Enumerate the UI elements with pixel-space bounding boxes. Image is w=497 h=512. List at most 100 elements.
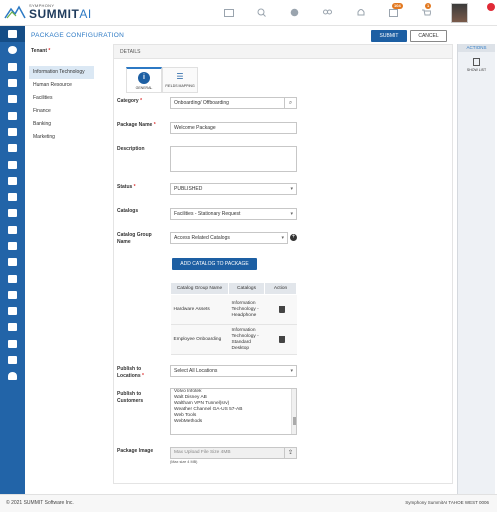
nav-tag-icon[interactable] (0, 75, 25, 91)
add-icon[interactable]: + (290, 234, 297, 241)
nav-user-icon[interactable] (0, 368, 25, 384)
globe-icon[interactable] (288, 6, 301, 19)
nav-page-icon[interactable] (0, 254, 25, 270)
scrollbar-thumb[interactable] (293, 417, 296, 425)
category-field[interactable]: Onboarding/ Offboarding ⌕ (170, 97, 297, 109)
action-cell (264, 324, 297, 355)
package-name-label: Package Name * (117, 122, 156, 128)
status-value: PUBLISHED (174, 186, 203, 192)
users-icon[interactable] (321, 6, 334, 19)
mountain-logo-icon (4, 5, 26, 19)
table-cell: Information Technology - Standard Deskto… (228, 324, 265, 355)
catalog-table: Catalog Group Name Catalogs Action Hardw… (170, 282, 297, 355)
description-textarea[interactable] (170, 146, 297, 172)
tenant-item[interactable]: Facilities (29, 92, 94, 105)
info-icon: i (138, 72, 150, 84)
tenant-item[interactable]: Banking (29, 118, 94, 131)
submit-button[interactable]: SUBMIT (371, 30, 407, 42)
column-header: Catalog Group Name (170, 282, 229, 295)
tenant-item[interactable]: Human Resource (29, 79, 94, 92)
tab-fields-mapping-label: FIELDS MAPPING (165, 84, 195, 88)
table-row: Hardware Assets Information Technology -… (170, 294, 297, 325)
top-bar: SYMPHONY SUMMITAI 104 1 (0, 0, 497, 26)
catalogs-label: Catalogs (117, 208, 139, 214)
search-icon[interactable] (255, 6, 268, 19)
version-text: Symphony SummitAI TAHOE WEST 0006 (405, 500, 489, 505)
chevron-down-icon: ▾ (290, 186, 293, 192)
nav-server-icon[interactable] (0, 205, 25, 221)
customers-listbox[interactable]: Volvo Infotek Walt Disney AB Waltham VPN… (170, 388, 297, 435)
search-icon[interactable]: ⌕ (284, 98, 296, 108)
tenant-label: Tenant * (31, 48, 51, 54)
dashboard-icon[interactable] (222, 6, 235, 19)
list-icon: ☰ (176, 72, 184, 81)
tenant-list: Information Technology Human Resource Fa… (29, 66, 94, 144)
nav-file-icon[interactable] (0, 173, 25, 189)
scrollbar[interactable] (291, 389, 296, 434)
package-name-input[interactable]: Welcome Package (170, 122, 297, 134)
cart-icon[interactable]: 1 (420, 3, 433, 19)
brand-name: SUMMITAI (29, 7, 92, 21)
nav-chart-icon[interactable] (0, 303, 25, 319)
nav-briefcase-icon[interactable] (0, 336, 25, 352)
chevron-down-icon: ▾ (281, 235, 284, 241)
list-item[interactable]: WebMethods (171, 419, 296, 425)
publish-customers-label: Publish to Customers (117, 391, 144, 404)
table-row: Employee Onboarding Information Technolo… (170, 324, 297, 355)
package-image-label: Package Image (117, 448, 154, 454)
upload-icon[interactable]: ⇪ (284, 448, 296, 458)
trash-icon[interactable] (279, 306, 285, 313)
chevron-down-icon: ▾ (290, 211, 293, 217)
nav-monitor-icon[interactable] (0, 352, 25, 368)
locations-value: Select All Locations (174, 368, 218, 374)
status-select[interactable]: PUBLISHED ▾ (170, 183, 297, 195)
nav-ticket-icon[interactable] (0, 107, 25, 123)
nav-home-icon[interactable] (0, 26, 25, 43)
tenant-item[interactable]: Information Technology (29, 66, 94, 79)
trash-icon[interactable] (279, 336, 285, 343)
nav-report-icon[interactable] (0, 91, 25, 107)
nav-cart-icon[interactable] (0, 156, 25, 172)
tab-general[interactable]: i GENERAL (126, 67, 162, 93)
nav-document-icon[interactable] (0, 124, 25, 140)
catalog-group-value: Access Related Catalogs (174, 235, 230, 241)
show-list-button[interactable]: SHOW LIST (458, 58, 495, 72)
upload-field[interactable]: Max Upload File Size 4MB ⇪ (170, 447, 297, 459)
nav-dashboard-icon[interactable] (0, 42, 25, 58)
nav-flash-icon[interactable] (0, 287, 25, 303)
power-icon[interactable] (487, 3, 495, 11)
nav-database-icon[interactable] (0, 189, 25, 205)
table-cell: Information Technology - Headphone (228, 294, 265, 325)
copyright-text: © 2021 SUMMIT Software Inc. (6, 500, 74, 506)
details-header: DETAILS (114, 45, 452, 59)
nav-copy-icon[interactable] (0, 238, 25, 254)
locations-select[interactable]: Select All Locations ▾ (170, 365, 297, 377)
upload-hint: (Max size 4 MB) (170, 460, 198, 464)
cancel-button[interactable]: CANCEL (410, 30, 447, 42)
catalog-group-select[interactable]: Access Related Catalogs ▾ (170, 232, 288, 244)
actions-panel: ACTIONS SHOW LIST (457, 44, 495, 494)
catalogs-value: Facilities - Stationary Request (174, 211, 241, 217)
tenant-item[interactable]: Finance (29, 105, 94, 118)
nav-settings-icon[interactable] (0, 270, 25, 286)
avatar[interactable] (451, 3, 468, 23)
table-cell: Employee Onboarding (170, 324, 229, 355)
column-header: Action (264, 282, 297, 295)
status-label: Status * (117, 184, 136, 190)
catalogs-select[interactable]: Facilities - Stationary Request ▾ (170, 208, 297, 220)
notifications-badge: 104 (392, 3, 403, 9)
tab-fields-mapping[interactable]: ☰ FIELDS MAPPING (162, 67, 198, 93)
add-catalog-button[interactable]: ADD CATALOG TO PACKAGE (172, 258, 257, 270)
category-value: Onboarding/ Offboarding (174, 100, 229, 106)
nav-mail-icon[interactable] (0, 59, 25, 75)
package-name-value: Welcome Package (174, 125, 216, 131)
bell-icon[interactable] (354, 6, 367, 19)
notifications-icon[interactable]: 104 (387, 3, 403, 19)
nav-folder-icon[interactable] (0, 140, 25, 156)
brand-logo[interactable]: SYMPHONY SUMMITAI (4, 4, 92, 20)
nav-book-icon[interactable] (0, 222, 25, 238)
category-label: Category * (117, 98, 143, 104)
nav-image-icon[interactable] (0, 319, 25, 335)
page-title: PACKAGE CONFIGURATION (31, 32, 125, 39)
tenant-item[interactable]: Marketing (29, 131, 94, 144)
